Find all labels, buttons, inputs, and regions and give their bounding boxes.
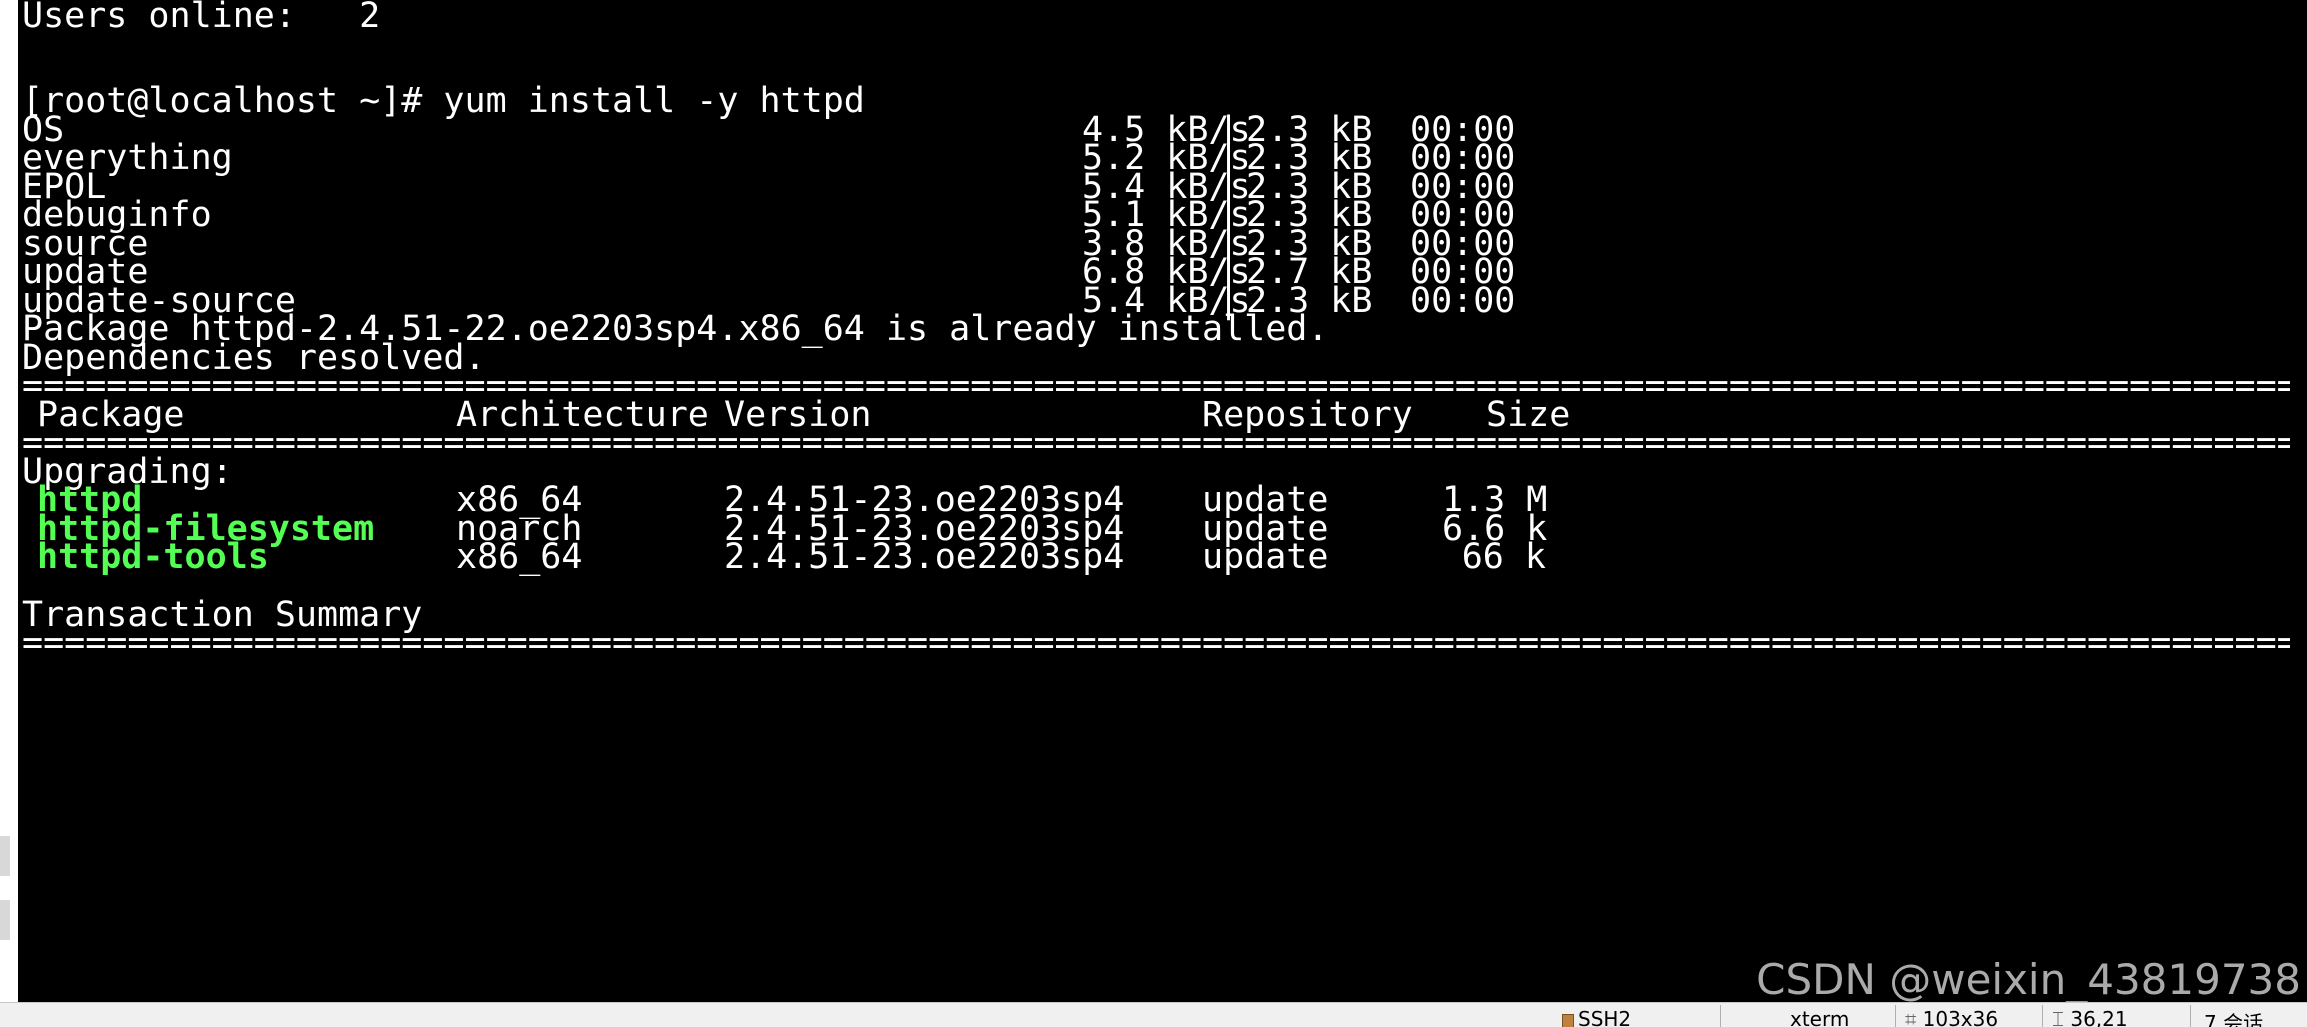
package-arch: x86_64 <box>456 536 582 578</box>
status-ssh: SSH2 <box>1562 1007 1631 1027</box>
package-version: 2.4.51-23.oe2203sp4 <box>724 536 1124 578</box>
lock-icon <box>1562 1014 1574 1027</box>
status-bar: SSH2 xterm ⌗ 103x36 ⌶ 36,21 7 会话 <box>0 1002 2307 1027</box>
edge-marker <box>0 900 10 940</box>
terminal-output[interactable]: Users online: 2 [root@localhost ~]# yum … <box>18 0 2307 1002</box>
status-ssh-label: SSH2 <box>1578 1007 1631 1027</box>
status-position: ⌶ 36,21 <box>2052 1007 2128 1027</box>
users-online-line: Users online: 2 <box>22 0 380 37</box>
status-size-label: 103x36 <box>1923 1007 1998 1027</box>
status-divider <box>2190 1005 2191 1027</box>
table-row: httpd-tools x86_64 2.4.51-23.oe2203sp4 u… <box>22 536 2282 578</box>
separator-rule: ========================================… <box>22 622 2290 664</box>
cursor-icon: ⌶ <box>2052 1007 2070 1027</box>
status-sessions: 7 会话 <box>2204 1007 2263 1027</box>
left-window-edge <box>0 0 18 1002</box>
package-repo: update <box>1202 536 1328 578</box>
status-position-label: 36,21 <box>2070 1007 2127 1027</box>
csdn-watermark: CSDN @weixin_43819738 <box>1756 955 2301 1002</box>
status-divider <box>1720 1005 1721 1027</box>
package-name: httpd-tools <box>37 536 269 578</box>
status-divider <box>1895 1005 1896 1027</box>
grid-icon: ⌗ <box>1905 1007 1923 1027</box>
edge-marker <box>0 836 10 876</box>
status-divider <box>2042 1005 2043 1027</box>
separator-rule: ========================================… <box>22 422 2290 464</box>
repo-time: 00:00 <box>1410 280 1515 322</box>
status-size: ⌗ 103x36 <box>1905 1007 1998 1027</box>
status-term-type: xterm <box>1790 1007 1849 1027</box>
package-size: 66 k <box>1442 536 1546 578</box>
